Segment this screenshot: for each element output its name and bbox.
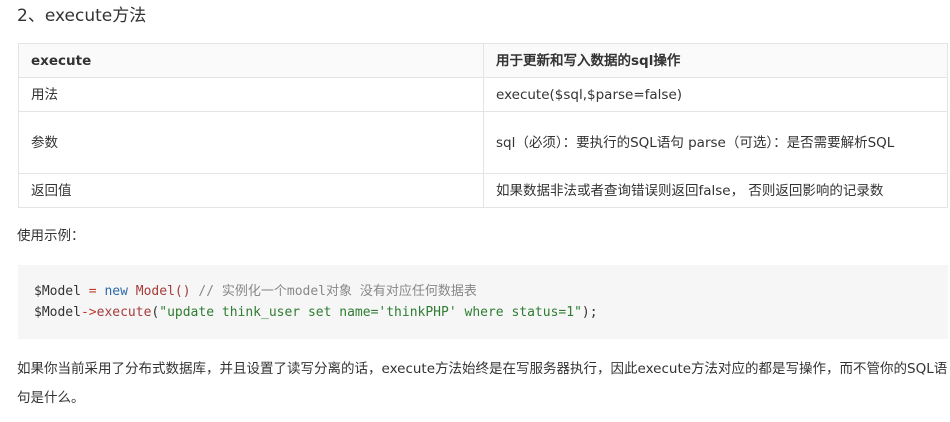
- table-header-cell: 用于更新和写入数据的sql操作: [483, 43, 948, 78]
- table-header-cell: execute: [18, 43, 484, 78]
- table-row: 用法 execute($sql,$parse=false): [18, 77, 948, 112]
- code-variable: $Model: [34, 284, 81, 299]
- parameter-table: execute 用于更新和写入数据的sql操作 用法 execute($sql,…: [18, 43, 948, 208]
- explanation-paragraph: 如果你当前采用了分布式数据库，并且设置了读写分离的话，execute方法始终是在…: [17, 361, 948, 406]
- table-cell: 参数: [18, 111, 484, 174]
- table-cell: 返回值: [18, 173, 484, 208]
- code-method: execute: [96, 305, 152, 320]
- code-paren-close: );: [581, 305, 598, 320]
- code-comment: // 实例化一个model对象 没有对应任何数据表: [190, 284, 477, 299]
- table-cell: 用法: [18, 77, 484, 112]
- code-block: $Model = new Model() // 实例化一个model对象 没有对…: [18, 265, 948, 339]
- code-keyword: new: [104, 284, 128, 299]
- table-cell: 如果数据非法或者查询错误则返回false， 否则返回影响的记录数: [483, 173, 948, 208]
- table-row: 参数 sql（必须）：要执行的SQL语句 parse（可选）：是否需要解析SQL: [18, 111, 948, 174]
- code-operator: =: [80, 284, 105, 299]
- code-class-name: Model: [135, 284, 175, 299]
- section-heading: 2、execute方法: [17, 6, 147, 26]
- table-cell: sql（必须）：要执行的SQL语句 parse（可选）：是否需要解析SQL: [483, 111, 948, 174]
- code-line: $Model = new Model() // 实例化一个model对象 没有对…: [34, 281, 948, 302]
- code-string: "update think_user set name='thinkPHP' w…: [159, 305, 582, 320]
- table-cell: execute($sql,$parse=false): [483, 77, 948, 112]
- code-operator: ->: [80, 305, 97, 320]
- code-line: $Model->execute("update think_user set n…: [34, 302, 948, 323]
- table-row: 返回值 如果数据非法或者查询错误则返回false， 否则返回影响的记录数: [18, 173, 948, 208]
- table-header-row: execute 用于更新和写入数据的sql操作: [18, 43, 948, 78]
- code-variable: $Model: [34, 305, 81, 320]
- example-label: 使用示例：: [17, 228, 85, 244]
- code-parens: (): [174, 284, 191, 299]
